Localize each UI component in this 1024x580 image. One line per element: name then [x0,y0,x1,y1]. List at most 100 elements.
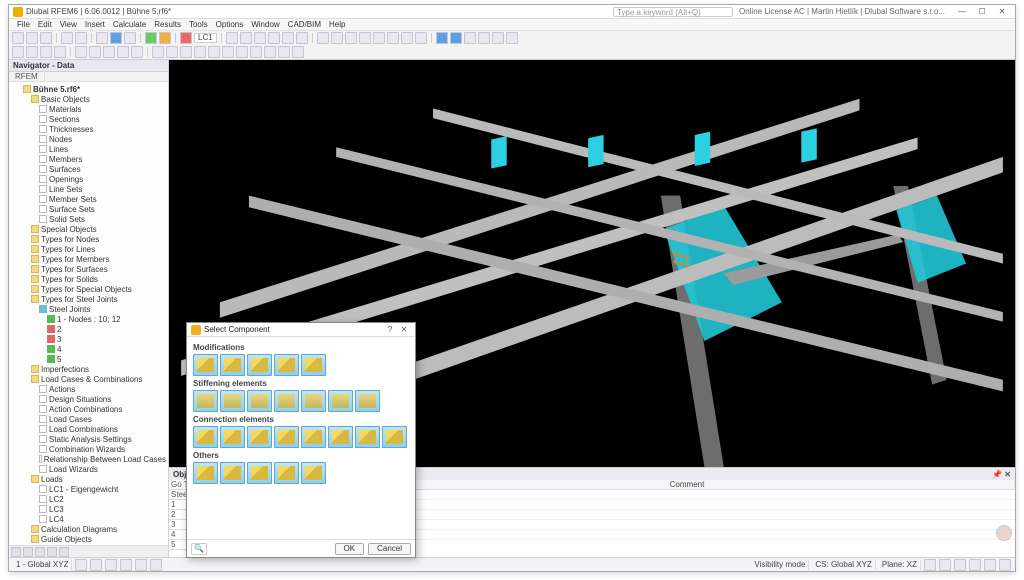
tree-rellc[interactable]: Relationship Between Load Cases [44,455,166,464]
tb-i6-icon[interactable] [506,32,518,44]
tb2-q-icon[interactable] [250,46,262,58]
menu-file[interactable]: File [13,20,34,29]
tree-types-special[interactable]: Types for Special Objects [41,285,132,294]
sb-mode-6[interactable] [999,559,1011,571]
tree-lcases[interactable]: Load Cases [49,415,92,424]
tb-h5-icon[interactable] [373,32,385,44]
tree-materials[interactable]: Materials [49,105,81,114]
tb-g6-icon[interactable] [296,32,308,44]
sb-mode-5[interactable] [984,559,996,571]
tb2-o-icon[interactable] [222,46,234,58]
tree-types-steel[interactable]: Types for Steel Joints [41,295,117,304]
tb-open-icon[interactable] [26,32,38,44]
comp-stiff-5[interactable] [301,390,326,412]
comp-conn-4[interactable] [274,426,299,448]
comp-other-1[interactable] [193,462,218,484]
tree-dessit[interactable]: Design Situations [49,395,111,404]
comp-stiff-6[interactable] [328,390,353,412]
tb-lc-red-icon[interactable] [180,32,192,44]
tb-i4-icon[interactable] [478,32,490,44]
menu-cadbim[interactable]: CAD/BIM [284,20,325,29]
menu-window[interactable]: Window [247,20,283,29]
tree-combwiz[interactable]: Combination Wizards [49,445,125,454]
tb2-m-icon[interactable] [194,46,206,58]
tb-g3-icon[interactable] [254,32,266,44]
tree-imperfections[interactable]: Imperfections [41,365,89,374]
tb2-k-icon[interactable] [166,46,178,58]
tb-i3-icon[interactable] [464,32,476,44]
tree-surfaces[interactable]: Surfaces [49,165,81,174]
comp-mod-5[interactable] [301,354,326,376]
tree-sj4[interactable]: 4 [57,345,61,354]
tree-lc3[interactable]: LC3 [49,505,64,514]
tree-types-lines[interactable]: Types for Lines [41,245,95,254]
comp-stiff-1[interactable] [193,390,218,412]
comp-conn-8[interactable] [382,426,407,448]
sb-mode-1[interactable] [924,559,936,571]
panel-close-icon[interactable]: ✕ [1004,470,1011,479]
search-input[interactable]: Type a keyword (Alt+Q) [613,7,733,17]
tree-lc1[interactable]: LC1 - Eigengewicht [49,485,118,494]
tb-lc-label[interactable]: LC1 [194,33,217,43]
menu-options[interactable]: Options [212,20,248,29]
tree-sj1[interactable]: 1 - Nodes : 10; 12 [57,315,121,324]
sb-mode-3[interactable] [954,559,966,571]
comp-other-4[interactable] [274,462,299,484]
tb2-t-icon[interactable] [292,46,304,58]
comp-stiff-4[interactable] [274,390,299,412]
tree-guide[interactable]: Guide Objects [41,535,92,544]
comp-conn-1[interactable] [193,426,218,448]
user-avatar-icon[interactable] [996,525,1012,541]
tb2-b-icon[interactable] [26,46,38,58]
tree-lc2[interactable]: LC2 [49,495,64,504]
tree-membersets[interactable]: Member Sets [49,195,97,204]
comp-stiff-7[interactable] [355,390,380,412]
tree-loadwiz[interactable]: Load Wizards [49,465,98,474]
tb-h1-icon[interactable] [317,32,329,44]
sb-icon-6[interactable] [150,559,162,571]
nav-foot-icon-3[interactable] [35,547,45,557]
comp-mod-2[interactable] [220,354,245,376]
tree-sj5[interactable]: 5 [57,355,61,364]
tb-new-icon[interactable] [12,32,24,44]
status-visibility[interactable]: Visibility mode [751,560,809,570]
comp-stiff-2[interactable] [220,390,245,412]
tb2-c-icon[interactable] [40,46,52,58]
tree-sj3[interactable]: 3 [57,335,61,344]
tb-g1-icon[interactable] [226,32,238,44]
menu-help[interactable]: Help [325,20,349,29]
comp-conn-2[interactable] [220,426,245,448]
col-comment[interactable]: Comment [360,480,1015,490]
minimize-button[interactable]: — [953,7,971,17]
menu-calculate[interactable]: Calculate [109,20,150,29]
tb-i2-icon[interactable] [450,32,462,44]
sb-mode-2[interactable] [939,559,951,571]
comp-other-3[interactable] [247,462,272,484]
tree-lines[interactable]: Lines [49,145,68,154]
sb-icon-5[interactable] [135,559,147,571]
tree-solidsets[interactable]: Solid Sets [49,215,85,224]
panel-pin-icon[interactable]: 📌 [992,470,1002,479]
menu-tools[interactable]: Tools [185,20,212,29]
tb-save-icon[interactable] [40,32,52,44]
nav-foot-icon-2[interactable] [23,547,33,557]
ok-button[interactable]: OK [335,543,365,555]
tb2-p-icon[interactable] [236,46,248,58]
maximize-button[interactable]: ☐ [973,7,991,17]
comp-conn-7[interactable] [355,426,380,448]
tree-actions[interactable]: Actions [49,385,75,394]
tree-sas[interactable]: Static Analysis Settings [49,435,132,444]
tree-openings[interactable]: Openings [49,175,83,184]
cancel-button[interactable]: Cancel [368,543,411,555]
comp-other-2[interactable] [220,462,245,484]
tb-h4-icon[interactable] [359,32,371,44]
tree-actcomb[interactable]: Action Combinations [49,405,122,414]
nav-foot-icon-5[interactable] [59,547,69,557]
menu-insert[interactable]: Insert [81,20,109,29]
close-button[interactable]: ✕ [993,7,1011,17]
tree-types-solids[interactable]: Types for Solids [41,275,98,284]
tb-results-icon[interactable] [159,32,171,44]
comp-other-5[interactable] [301,462,326,484]
tb2-a-icon[interactable] [12,46,24,58]
nav-foot-icon-1[interactable] [11,547,21,557]
